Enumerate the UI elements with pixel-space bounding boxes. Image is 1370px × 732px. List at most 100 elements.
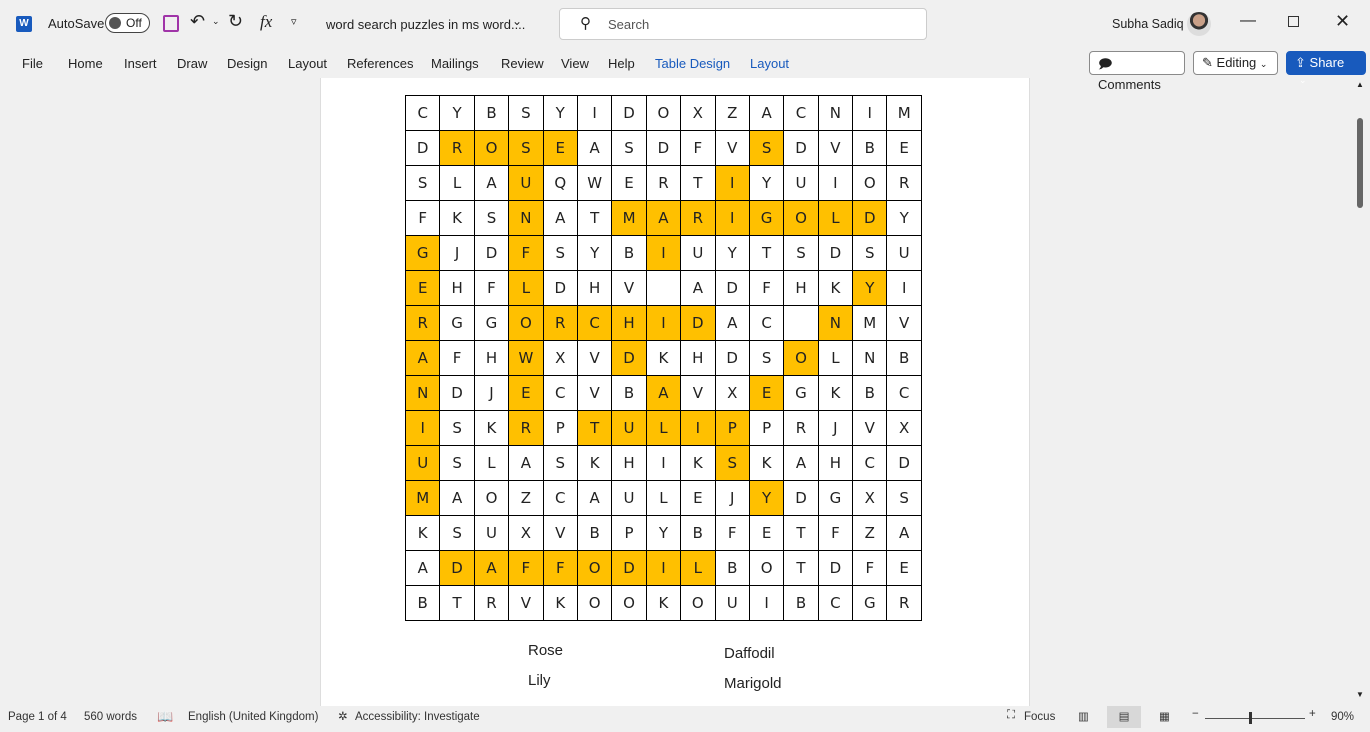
grid-cell[interactable]: H xyxy=(817,445,854,481)
grid-cell[interactable]: C xyxy=(404,95,441,131)
grid-cell[interactable]: U xyxy=(886,235,922,271)
grid-cell[interactable]: U xyxy=(680,235,716,271)
editing-mode-button[interactable]: ✎ Editing ⌄ xyxy=(1193,51,1278,75)
grid-cell[interactable]: H xyxy=(680,340,716,376)
grid-cell[interactable]: R xyxy=(404,305,441,341)
tab-insert[interactable]: Insert xyxy=(124,56,157,71)
avatar[interactable] xyxy=(1187,12,1211,36)
share-button[interactable]: ⇪ Share ⌄ xyxy=(1286,51,1366,85)
document-title[interactable]: word search puzzles in ms word.... xyxy=(326,17,525,32)
grid-cell[interactable]: M xyxy=(611,200,647,236)
grid-cell[interactable]: A xyxy=(508,445,544,481)
grid-cell[interactable]: A xyxy=(439,480,475,516)
grid-cell[interactable]: S xyxy=(542,235,578,271)
grid-cell[interactable]: V xyxy=(714,130,750,166)
grid-cell[interactable]: Y xyxy=(439,95,475,131)
grid-cell[interactable]: P xyxy=(542,410,578,446)
title-chevron-down-icon[interactable]: ⌄ xyxy=(512,14,522,28)
grid-cell[interactable]: B xyxy=(611,235,647,271)
proofing-icon[interactable]: 📖 xyxy=(157,709,173,725)
grid-cell[interactable]: N xyxy=(508,200,544,236)
tab-file[interactable]: File xyxy=(22,56,43,71)
grid-cell[interactable]: K xyxy=(576,445,613,481)
grid-cell[interactable]: A xyxy=(576,130,613,166)
read-mode-icon[interactable]: ▥ xyxy=(1078,709,1089,723)
grid-cell[interactable]: I xyxy=(404,410,441,446)
tab-mailings[interactable]: Mailings xyxy=(431,56,479,71)
grid-cell[interactable]: K xyxy=(817,375,854,411)
grid-cell[interactable]: E xyxy=(611,165,647,201)
grid-cell[interactable]: O xyxy=(576,550,613,586)
grid-cell[interactable]: T xyxy=(783,550,819,586)
grid-cell[interactable]: U xyxy=(611,410,647,446)
grid-cell[interactable]: E xyxy=(404,270,441,306)
grid-cell[interactable]: F xyxy=(542,550,578,586)
user-name[interactable]: Subha Sadiq xyxy=(1112,17,1184,31)
tab-review[interactable]: Review xyxy=(501,56,544,71)
grid-cell[interactable]: B xyxy=(714,550,750,586)
grid-cell[interactable]: O xyxy=(748,550,785,586)
grid-cell[interactable]: I xyxy=(714,165,750,201)
grid-cell[interactable]: Y xyxy=(748,165,785,201)
grid-cell[interactable]: A xyxy=(542,200,578,236)
grid-cell[interactable]: Y xyxy=(714,235,750,271)
grid-cell[interactable]: J xyxy=(817,410,854,446)
grid-cell[interactable]: I xyxy=(576,95,613,131)
grid-cell[interactable]: A xyxy=(783,445,819,481)
page-count[interactable]: Page 1 of 4 xyxy=(8,711,67,723)
grid-cell[interactable]: S xyxy=(508,95,544,131)
grid-cell[interactable]: J xyxy=(714,480,750,516)
grid-cell[interactable]: V xyxy=(817,130,854,166)
grid-cell[interactable]: A xyxy=(714,305,750,341)
grid-cell[interactable]: U xyxy=(714,585,750,621)
grid-cell[interactable]: V xyxy=(576,340,613,376)
tab-home[interactable]: Home xyxy=(68,56,103,71)
grid-cell[interactable]: R xyxy=(783,410,819,446)
grid-cell[interactable]: C xyxy=(542,375,578,411)
grid-cell[interactable]: E xyxy=(886,130,922,166)
grid-cell[interactable]: O xyxy=(473,130,510,166)
grid-cell[interactable]: R xyxy=(680,200,716,236)
zoom-slider[interactable] xyxy=(1205,712,1305,724)
grid-cell[interactable]: C xyxy=(852,445,888,481)
zoom-in-button[interactable]: + xyxy=(1309,708,1316,720)
grid-cell[interactable]: V xyxy=(680,375,716,411)
grid-cell[interactable]: I xyxy=(817,165,854,201)
grid-cell[interactable]: H xyxy=(439,270,475,306)
grid-cell[interactable]: T xyxy=(748,235,785,271)
grid-cell[interactable]: D xyxy=(783,480,819,516)
grid-cell[interactable]: U xyxy=(473,515,510,551)
grid-cell[interactable]: A xyxy=(404,550,441,586)
grid-cell[interactable]: C xyxy=(748,305,785,341)
grid-cell[interactable]: B xyxy=(886,340,922,376)
grid-cell[interactable]: X xyxy=(680,95,716,131)
grid-cell[interactable]: O xyxy=(611,585,647,621)
grid-cell[interactable]: D xyxy=(645,130,682,166)
grid-cell[interactable]: R xyxy=(645,165,682,201)
accessibility-status[interactable]: Accessibility: Investigate xyxy=(355,711,480,723)
grid-cell[interactable]: L xyxy=(645,480,682,516)
scrollbar-thumb[interactable] xyxy=(1357,118,1363,208)
grid-cell[interactable]: O xyxy=(473,480,510,516)
search-box[interactable]: ⚲ Search xyxy=(559,8,927,40)
grid-cell[interactable]: N xyxy=(817,95,854,131)
tab-help[interactable]: Help xyxy=(608,56,635,71)
grid-cell[interactable]: O xyxy=(783,200,819,236)
grid-cell[interactable]: L xyxy=(817,200,854,236)
grid-cell[interactable]: Z xyxy=(714,95,750,131)
undo-icon[interactable]: ↶ xyxy=(190,11,205,32)
scroll-down-icon[interactable]: ▼ xyxy=(1356,690,1364,699)
grid-cell[interactable]: D xyxy=(439,550,475,586)
tab-draw[interactable]: Draw xyxy=(177,56,207,71)
grid-cell[interactable]: G xyxy=(439,305,475,341)
grid-cell[interactable]: W xyxy=(508,340,544,376)
grid-cell[interactable]: A xyxy=(645,200,682,236)
grid-cell[interactable]: X xyxy=(852,480,888,516)
tab-references[interactable]: References xyxy=(347,56,413,71)
grid-cell[interactable]: K xyxy=(645,340,682,376)
print-layout-icon[interactable]: ▤ xyxy=(1107,706,1141,728)
accessibility-icon[interactable]: ✲ xyxy=(338,709,348,723)
grid-cell[interactable]: B xyxy=(473,95,510,131)
grid-cell[interactable]: T xyxy=(439,585,475,621)
grid-cell[interactable]: B xyxy=(404,585,441,621)
